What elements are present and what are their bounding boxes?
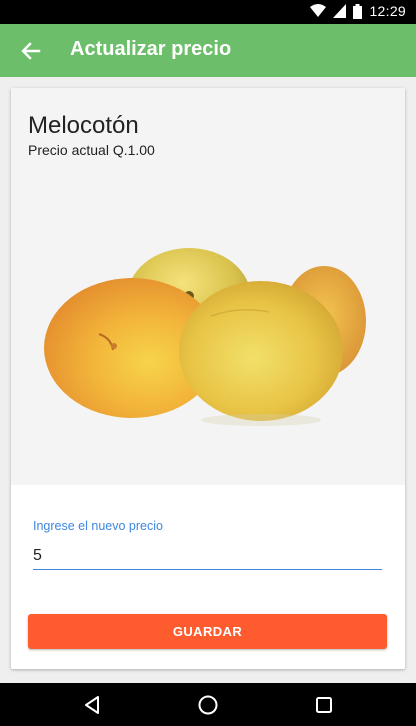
page-title: Actualizar precio <box>70 38 232 60</box>
current-price: Precio actual Q.1.00 <box>28 142 155 158</box>
product-header: Melocotón Precio actual Q.1.00 <box>11 88 405 485</box>
save-button[interactable]: GUARDAR <box>28 614 387 649</box>
status-icons: 12:29 <box>310 3 406 19</box>
app-bar: Actualizar precio <box>0 24 416 77</box>
home-circle-icon <box>198 695 218 715</box>
signal-icon <box>333 4 347 18</box>
recents-square-icon <box>316 697 332 713</box>
peach-illustration <box>44 248 366 426</box>
navigation-bar <box>0 683 416 726</box>
battery-icon <box>353 3 363 19</box>
new-price-label: Ingrese el nuevo precio <box>33 519 163 533</box>
wifi-icon <box>310 4 327 17</box>
back-triangle-icon <box>85 696 99 714</box>
nav-home-button[interactable] <box>196 693 220 717</box>
back-button[interactable] <box>16 36 46 66</box>
arrow-back-icon <box>21 42 41 60</box>
new-price-input[interactable] <box>33 543 382 570</box>
product-name: Melocotón <box>28 112 139 139</box>
nav-recents-button[interactable] <box>312 693 336 717</box>
status-time: 12:29 <box>369 3 406 19</box>
nav-back-button[interactable] <box>80 693 104 717</box>
status-bar: 12:29 <box>0 0 416 24</box>
product-card: Melocotón Precio actual Q.1.00 Ingrese e… <box>11 88 405 669</box>
